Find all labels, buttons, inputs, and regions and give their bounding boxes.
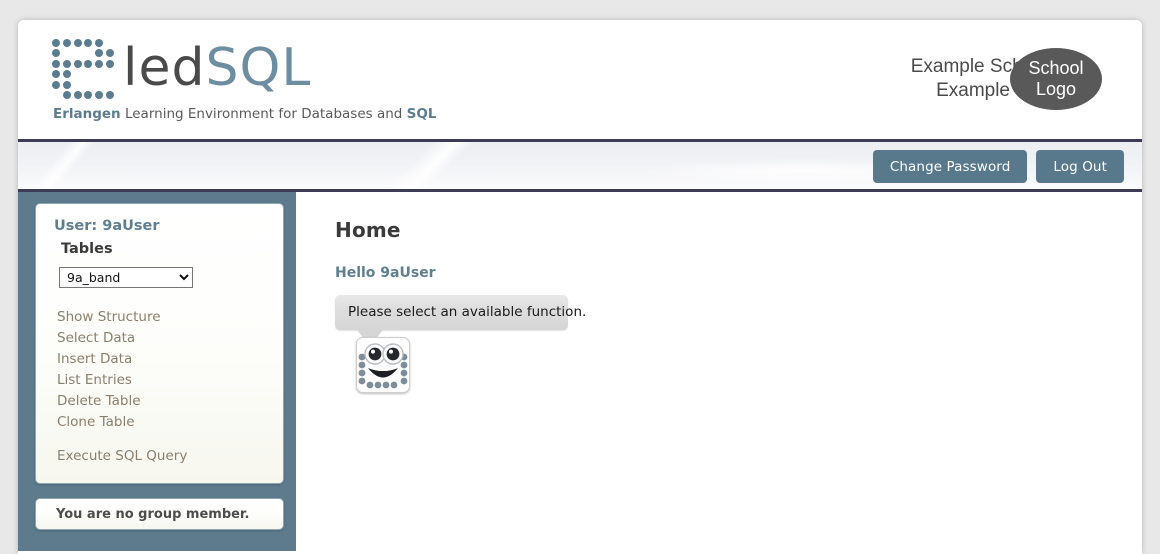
sidebar-item-insert-data[interactable]: Insert Data (57, 349, 265, 370)
sidebar-user-label: User: 9aUser (54, 218, 160, 234)
page-card: ledSQL Erlangen Learning Environment for… (18, 20, 1142, 554)
sidebar: User: 9aUser Tables 9a_band Show Structu… (18, 192, 296, 551)
content-body: User: 9aUser Tables 9a_band Show Structu… (18, 192, 1142, 551)
greeting-text: Hello 9aUser (335, 265, 436, 281)
sidebar-item-clone-table[interactable]: Clone Table (57, 412, 265, 433)
school-logo-line2: Logo (1035, 79, 1077, 99)
school-identity: Example School Example City School Logo (911, 48, 1102, 110)
sidebar-menu: Show Structure Select Data Insert Data L… (57, 307, 265, 467)
school-logo-placeholder: School Logo (1010, 48, 1102, 110)
nav-gloss-left (18, 142, 115, 189)
table-select-dropdown[interactable]: 9a_band (59, 267, 193, 288)
tagline-middle: Learning Environment for Databases and (120, 106, 407, 122)
sidebar-item-list-entries[interactable]: List Entries (57, 370, 265, 391)
site-header: ledSQL Erlangen Learning Environment for… (18, 20, 1142, 139)
dot-matrix-e-icon (51, 38, 115, 100)
group-status-text: You are no group member. (56, 506, 250, 522)
page-title: Home (335, 218, 401, 242)
nav-button-group: Change Password Log Out (872, 150, 1124, 183)
main-content: Home Hello 9aUser Please select an avail… (314, 192, 1142, 551)
menu-spacer (57, 433, 265, 446)
sidebar-tables-heading: Tables (61, 241, 113, 257)
logo-word-led: led (123, 38, 206, 98)
speech-bubble-wrapper: Please select an available function. (335, 295, 586, 346)
school-logo-line1: School (1028, 57, 1084, 78)
sidebar-item-select-data[interactable]: Select Data (57, 328, 265, 349)
tagline-erlangen: Erlangen (53, 106, 121, 122)
tagline-sql: SQL (406, 106, 437, 122)
top-navigation-bar: Change Password Log Out (18, 139, 1142, 192)
tables-panel: User: 9aUser Tables 9a_band Show Structu… (35, 203, 284, 484)
speech-bubble: Please select an available function. (335, 295, 586, 330)
robot-face-graphic (358, 343, 408, 389)
site-tagline: Erlangen Learning Environment for Databa… (53, 106, 436, 122)
sidebar-item-delete-table[interactable]: Delete Table (57, 391, 265, 412)
robot-face-icon (352, 333, 414, 397)
logo-row: ledSQL (51, 34, 436, 102)
sidebar-item-execute-sql-query[interactable]: Execute SQL Query (57, 446, 265, 467)
site-logo: ledSQL Erlangen Learning Environment for… (51, 34, 436, 122)
logo-word-sql: SQL (205, 38, 312, 98)
nav-gloss-diagonal (324, 142, 532, 189)
logo-wordmark: ledSQL (123, 42, 311, 94)
change-password-button[interactable]: Change Password (872, 150, 1028, 183)
sidebar-item-show-structure[interactable]: Show Structure (57, 307, 265, 328)
log-out-button[interactable]: Log Out (1036, 150, 1124, 183)
group-status-panel: You are no group member. (35, 498, 284, 530)
